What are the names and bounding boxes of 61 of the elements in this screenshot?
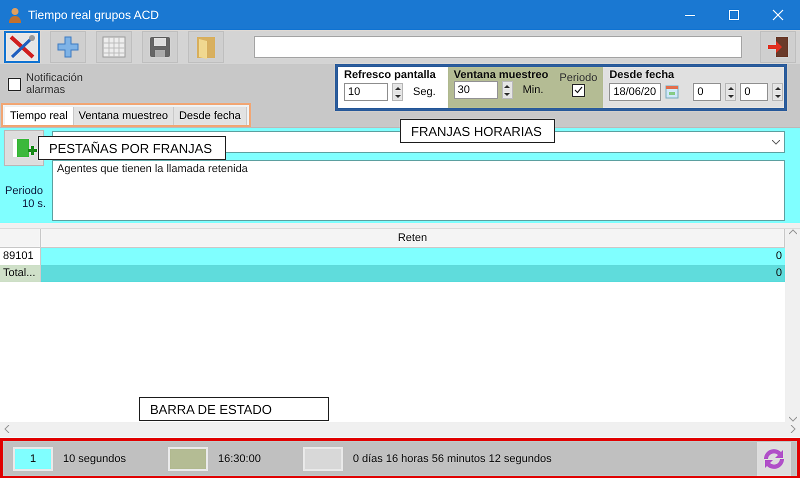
checkbox[interactable] [8,78,21,90]
refresh-button[interactable] [757,442,791,476]
scroll-down-icon[interactable] [788,416,796,422]
window-title: Tiempo real grupos ACD [28,8,159,22]
spinner-arrows-icon[interactable] [502,81,513,99]
color-swatch: 1 [13,446,53,470]
number-field[interactable]: 10 [344,83,388,101]
person-icon [8,7,22,23]
row-label: Total... [0,265,41,282]
table-cell-text: 0 [774,266,783,281]
tools-button[interactable] [4,31,40,63]
spinner-arrows-icon[interactable] [772,83,784,101]
vertical-scrollbar[interactable] [785,229,800,422]
scroll-right-icon[interactable] [790,424,796,432]
chevron-down-icon [772,140,780,144]
number-field[interactable]: 30 [454,81,498,99]
field-label: Refresco pantalla [344,69,437,81]
total-row[interactable]: Total... 0 [0,265,785,282]
save-button[interactable] [142,31,178,63]
unit-label: Min. [522,84,544,96]
exit-icon [766,35,790,59]
unit-label: Seg. [413,86,436,98]
callout-label: FRANJAS HORARIAS [400,119,555,143]
table-cell-text: 0 [774,249,783,264]
row-label: 89101 [0,248,41,265]
field-label: Desde fecha [609,69,676,81]
field-label: Ventana muestreo [454,69,550,81]
add-item-button[interactable] [4,130,44,166]
table-row[interactable]: 89101 0 [0,248,785,265]
status-text: 0 días 16 horas 56 minutos 12 segundos [352,452,552,464]
add-button[interactable] [50,31,86,63]
period-value: 10 s. [21,198,47,210]
tab[interactable]: Ventana muestreo [74,107,174,125]
callout-label: BARRA DE ESTADO [139,397,329,421]
calendar-icon[interactable] [665,85,680,99]
add-list-icon [11,137,37,159]
exit-button[interactable] [760,31,796,63]
period-label: Periodo [4,184,44,198]
checkbox-label: Notificación alarmas [26,72,84,96]
spinner-arrows-icon[interactable] [392,83,403,101]
number-field[interactable]: 0 [693,83,722,101]
grid-icon [102,36,126,58]
plus-icon [57,36,79,58]
scroll-up-icon[interactable] [788,229,796,235]
tab[interactable]: Desde fecha [174,107,247,125]
date-field[interactable]: 18/06/20 [609,83,662,101]
status-text: 16:30:00 [218,452,261,464]
door-icon [195,34,217,60]
checkbox[interactable] [572,84,585,96]
tools-icon [8,34,36,60]
scroll-left-icon[interactable] [4,424,10,432]
horizontal-scrollbar[interactable] [0,422,800,435]
number-field[interactable]: 0 [740,83,768,101]
checkbox-label: Periodo [559,72,598,84]
spinner-arrows-icon[interactable] [725,83,736,101]
callout-label: PESTAÑAS POR FRANJAS [38,136,226,160]
tab[interactable]: Tiempo real [5,107,74,125]
text-field[interactable] [254,36,742,58]
description-box: Agentes que tienen la llamada retenida [52,160,785,221]
status-text: 10 segundos [63,452,126,464]
calendar-button[interactable] [96,31,132,63]
